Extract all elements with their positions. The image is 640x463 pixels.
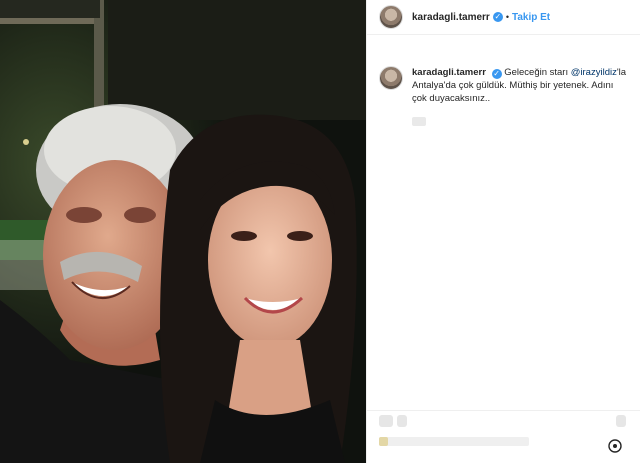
check-badge-icon: ✓ xyxy=(492,12,503,22)
caption-timestamp-blurred xyxy=(412,117,426,126)
post-header: karadagli.tamerr ✓ • Takip Et xyxy=(367,0,640,35)
author-username[interactable]: karadagli.tamerr xyxy=(412,12,490,23)
comment-icon[interactable] xyxy=(397,415,407,427)
caption-avatar[interactable] xyxy=(379,66,403,90)
action-bar xyxy=(367,410,640,433)
likes-avatar-blurred xyxy=(379,437,388,446)
emoji-icon[interactable] xyxy=(379,415,393,427)
likes-line-blurred xyxy=(379,437,529,446)
post-photo[interactable] xyxy=(0,0,366,463)
caption-body-start: Geleceğin starı xyxy=(504,67,569,78)
add-comment-icon[interactable] xyxy=(608,439,622,458)
caption-text: karadagli.tamerr ✓ Geleceğin starı @iraz… xyxy=(412,66,628,105)
caption-mention[interactable]: @irazyildiz xyxy=(571,67,617,78)
check-badge-icon: ✓ xyxy=(491,69,502,79)
post-side-panel: karadagli.tamerr ✓ • Takip Et karadagli.… xyxy=(366,0,640,463)
photo-selfie-illustration xyxy=(0,0,366,463)
header-separator: • xyxy=(505,12,509,22)
instagram-post: karadagli.tamerr ✓ • Takip Et karadagli.… xyxy=(0,0,640,463)
author-avatar[interactable] xyxy=(379,5,403,29)
bookmark-icon[interactable] xyxy=(616,415,626,427)
caption-username[interactable]: karadagli.tamerr xyxy=(412,67,486,78)
caption-comment: karadagli.tamerr ✓ Geleceğin starı @iraz… xyxy=(367,35,640,105)
follow-button[interactable]: Takip Et xyxy=(512,12,550,23)
